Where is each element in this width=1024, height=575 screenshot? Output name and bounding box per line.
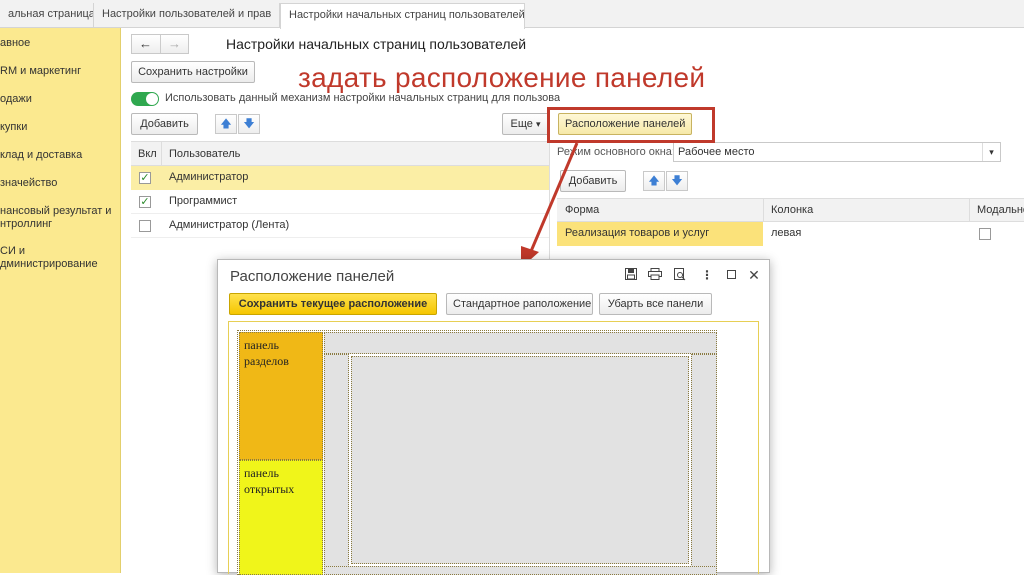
divider: [160, 35, 161, 53]
arrow-down-icon: 🡇: [671, 175, 683, 187]
divider: [161, 142, 162, 165]
mode-value: Рабочее место: [678, 146, 755, 158]
user-name: Администратор (Лента): [169, 219, 290, 231]
add-user-button[interactable]: Добавить: [131, 113, 198, 135]
more-icon[interactable]: ⋮: [700, 268, 714, 282]
use-mechanism-toggle[interactable]: [131, 92, 159, 106]
sidebar: авное RM и маркетинг одажи купки клад и …: [0, 28, 121, 573]
table-row[interactable]: Администратор (Лента): [131, 214, 549, 238]
table-row[interactable]: ✓ Программист: [131, 190, 549, 214]
tab-label: альная страница: [8, 8, 94, 20]
sidebar-item-finance-2[interactable]: нтроллинг: [0, 218, 52, 231]
sidebar-item-crm[interactable]: RM и маркетинг: [0, 65, 81, 78]
users-table-header: Вкл Пользователь: [131, 141, 549, 166]
save-settings-button[interactable]: Сохранить настройки: [131, 61, 255, 83]
tab-label: Настройки начальных страниц пользователе…: [289, 9, 525, 21]
column-header-enabled: Вкл: [138, 148, 157, 160]
close-icon[interactable]: ✕: [747, 268, 761, 282]
sections-panel[interactable]: панель разделов: [239, 332, 323, 460]
chevron-down-icon[interactable]: ▾: [982, 143, 1000, 161]
tab-home[interactable]: альная страница: [0, 3, 94, 28]
arrow-up-icon: 🡅: [220, 118, 232, 130]
left-panel[interactable]: [324, 354, 349, 575]
nav-group: ← →: [131, 34, 189, 54]
sidebar-item-warehouse[interactable]: клад и доставка: [0, 149, 82, 162]
sidebar-item-main[interactable]: авное: [0, 37, 30, 50]
sidebar-item-finance[interactable]: нансовый результат и: [0, 205, 111, 218]
checkbox[interactable]: ✓: [139, 196, 151, 208]
toggle-label: Использовать данный механизм настройки н…: [165, 92, 560, 104]
work-area[interactable]: [351, 356, 689, 564]
top-panel[interactable]: [324, 332, 717, 354]
page-title: Настройки начальных страниц пользователе…: [226, 36, 527, 52]
move-down-button[interactable]: 🡇: [666, 171, 688, 191]
sidebar-item-admin-2[interactable]: дминистрирование: [0, 258, 98, 271]
column-header-column: Колонка: [771, 204, 814, 216]
chevron-down-icon: ▾: [535, 119, 541, 129]
sections-panel-label: панель разделов: [244, 338, 289, 368]
dialog-title: Расположение панелей: [230, 268, 395, 285]
back-arrow-icon[interactable]: ←: [139, 36, 152, 51]
sidebar-item-treasury[interactable]: значейство: [0, 177, 57, 190]
maximize-icon[interactable]: [724, 268, 738, 282]
table-row[interactable]: Реализация товаров и услуг левая: [557, 222, 1024, 246]
remove-all-panels-button[interactable]: Убарть все панели: [599, 293, 712, 315]
checkbox[interactable]: [979, 228, 991, 240]
more-button[interactable]: Еще ▾: [502, 113, 549, 135]
save-icon[interactable]: [624, 268, 638, 282]
standard-layout-button[interactable]: Стандартное раположение: [446, 293, 593, 315]
annotation-arrow: [521, 142, 579, 268]
user-name: Программист: [169, 195, 238, 207]
divider: [763, 199, 764, 221]
layout-preview: панель разделов панель открытых: [228, 321, 759, 575]
table-row[interactable]: ✓ Администратор: [131, 166, 549, 190]
arrow-down-icon: 🡇: [243, 118, 255, 130]
bottom-panel[interactable]: [324, 566, 717, 575]
column-value: левая: [771, 227, 802, 239]
open-panel-label: панель открытых: [244, 466, 295, 496]
mode-select[interactable]: Рабочее место ▾: [673, 142, 1001, 162]
forms-table-header: Форма Колонка Модально: [557, 198, 1024, 222]
more-label: Еще: [510, 118, 533, 130]
right-panel[interactable]: [691, 354, 717, 575]
annotation-text: задать расположение панелей: [298, 62, 706, 93]
move-down-button[interactable]: 🡇: [238, 114, 260, 134]
column-header-user: Пользователь: [169, 148, 241, 160]
tab-label: Настройки пользователей и прав: [102, 8, 272, 20]
sidebar-item-sales[interactable]: одажи: [0, 93, 32, 106]
arrow-up-icon: 🡅: [648, 175, 660, 187]
divider: [969, 199, 970, 221]
column-header-modal: Модально: [977, 204, 1024, 216]
tab-user-settings[interactable]: Настройки пользователей и прав: [94, 3, 280, 28]
checkbox[interactable]: [139, 220, 151, 232]
sidebar-item-purchases[interactable]: купки: [0, 121, 27, 134]
move-up-button[interactable]: 🡅: [215, 114, 237, 134]
print-icon[interactable]: [648, 268, 662, 282]
open-windows-panel[interactable]: панель открытых: [239, 460, 323, 575]
panel-layout-dialog: Расположение панелей ⋮ ✕ Сохранить текущ…: [217, 259, 770, 575]
user-name: Администратор: [169, 171, 249, 183]
move-up-button[interactable]: 🡅: [643, 171, 665, 191]
save-current-layout-button[interactable]: Сохранить текущее расположение: [229, 293, 437, 315]
forward-arrow-icon[interactable]: →: [168, 36, 181, 51]
tab-bar: альная страница Настройки пользователей …: [0, 0, 1024, 29]
preview-icon[interactable]: [673, 268, 687, 282]
checkbox[interactable]: ✓: [139, 172, 151, 184]
tab-start-pages[interactable]: Настройки начальных страниц пользователе…: [280, 3, 525, 29]
sidebar-item-admin[interactable]: СИ и: [0, 245, 25, 258]
